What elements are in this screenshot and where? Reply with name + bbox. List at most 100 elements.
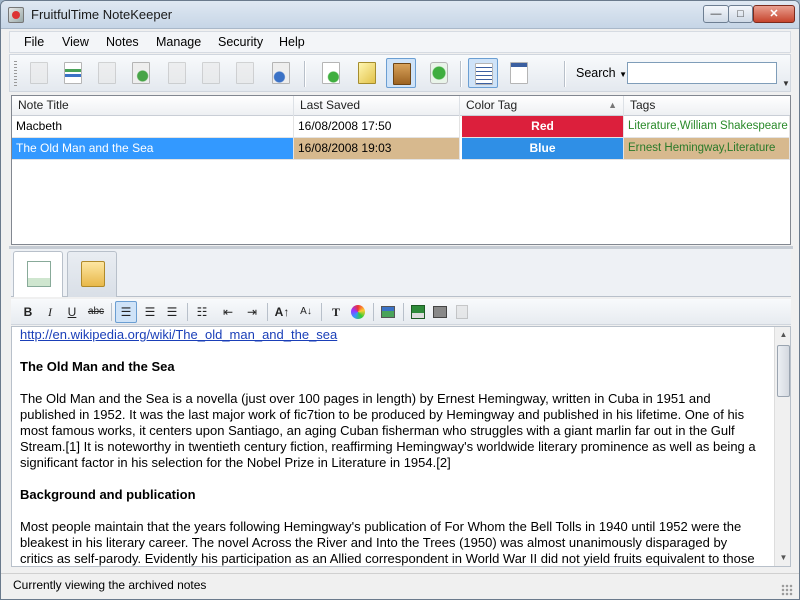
toolbar-separator [304,61,305,87]
toolbar-separator [564,61,565,87]
column-color-tag[interactable]: Color Tag ▲ [460,96,624,116]
maximize-button[interactable]: □ [728,5,753,23]
print-note-button[interactable] [230,58,260,88]
toolbar-separator [403,303,404,321]
pencil-note-icon [27,261,51,287]
save-icon [411,305,425,319]
table-row[interactable]: The Old Man and the Sea 16/08/2008 19:03… [12,138,790,160]
column-tags[interactable]: Tags [624,96,790,116]
heading-title: The Old Man and the Sea [20,359,175,374]
lamp-icon [358,62,376,84]
wiki-link[interactable]: http://en.wikipedia.org/wiki/The_old_man… [20,327,337,343]
bullet-list-icon: ☷ [196,305,208,319]
save-button[interactable] [407,301,429,323]
menu-manage[interactable]: Manage [156,35,201,49]
insert-picture-button[interactable] [377,301,399,323]
archive-button[interactable] [386,58,416,88]
font-grow-button[interactable]: A↑ [271,301,293,323]
picture-icon [381,306,395,318]
align-left-icon: ☰ [120,305,132,319]
app-logo-icon [8,7,24,23]
export-note-icon [272,62,290,84]
cell-color-tag: Red [462,116,624,138]
print-preview-button[interactable] [451,301,473,323]
color-button[interactable] [347,301,369,323]
menu-security[interactable]: Security [218,35,263,49]
copy-note-button[interactable] [92,58,122,88]
indent-button[interactable]: ⇥ [241,301,263,323]
italic-button[interactable]: I [39,301,61,323]
align-center-button[interactable]: ☰ [139,301,161,323]
paragraph-line: Stream.[1] It is noteworthy in twentieth… [20,439,756,454]
title-bar: FruitfulTime NoteKeeper — □ ✕ [1,1,799,29]
menu-notes[interactable]: Notes [106,35,139,49]
editor-scrollbar[interactable]: ▲ ▼ [774,327,790,566]
cell-tags: Literature,William Shakespeare [624,116,790,138]
outdent-button[interactable]: ⇤ [217,301,239,323]
strikethrough-button[interactable]: abc [85,301,107,323]
scroll-thumb[interactable] [777,345,790,397]
print-button[interactable] [429,301,451,323]
recycle-bin-icon [430,62,448,84]
color-wheel-icon [351,305,365,319]
font-button[interactable]: T [325,301,347,323]
print-note-icon [236,62,254,84]
indent-icon: ⇥ [246,305,258,319]
new-note-button[interactable] [24,58,54,88]
scroll-up-icon[interactable]: ▲ [775,327,790,343]
search-input[interactable] [627,62,777,84]
add-note-button[interactable] [316,58,346,88]
main-toolbar: Search ▼ ▼ [9,54,791,92]
align-right-button[interactable]: ☰ [161,301,183,323]
recycle-note-button[interactable] [126,58,156,88]
resize-grip-icon[interactable] [781,584,793,596]
note-editor[interactable]: http://en.wikipedia.org/wiki/The_old_man… [11,326,791,567]
new-note-icon [30,62,48,84]
menu-help[interactable]: Help [279,35,305,49]
toolbar-overflow-icon[interactable]: ▼ [782,79,790,88]
detail-view-icon [510,62,528,84]
lamp-button[interactable] [352,58,382,88]
add-note-icon [322,62,340,84]
underline-button[interactable]: U [61,301,83,323]
menu-view[interactable]: View [62,35,89,49]
toolbar-separator [373,303,374,321]
font-shrink-button[interactable]: A↓ [295,301,317,323]
paragraph-line: significant factor in his selection for … [20,455,451,470]
heading-background: Background and publication [20,487,196,502]
grid-header: Note Title Last Saved Color Tag ▲ Tags [12,96,790,116]
search-note-button[interactable] [196,58,226,88]
edit-note-button[interactable] [58,58,88,88]
minimize-button[interactable]: — [703,5,729,23]
table-row[interactable]: Macbeth 16/08/2008 17:50 Red Literature,… [12,116,790,138]
tab-edit-note[interactable] [13,251,63,297]
paragraph-line: critics as self-parody. Evidently his pa… [20,551,755,566]
align-left-button[interactable]: ☰ [115,301,137,323]
recycle-bin-button[interactable] [424,58,454,88]
cell-color-tag: Blue [462,138,624,160]
close-button[interactable]: ✕ [753,5,795,23]
toolbar-separator [111,303,112,321]
toolbar-separator [460,61,461,87]
menu-file[interactable]: File [24,35,44,49]
bullet-list-button[interactable]: ☷ [191,301,213,323]
menu-bar: File View Notes Manage Security Help [9,31,791,53]
search-label[interactable]: Search ▼ [576,66,627,80]
delete-note-icon [168,62,186,84]
print-preview-icon [456,305,468,319]
list-view-button[interactable] [468,58,498,88]
export-note-button[interactable] [266,58,296,88]
paragraph-line: Most people maintain that the years foll… [20,519,742,534]
column-last-saved[interactable]: Last Saved [294,96,460,116]
paragraph-line: most famous works, it centers upon Santi… [20,423,735,438]
format-toolbar: B I U abc ☰ ☰ ☰ ☷ ⇤ ⇥ A↑ A↓ T [11,299,791,325]
toolbar-grip[interactable] [14,61,17,87]
recycle-note-icon [132,62,150,84]
bold-button[interactable]: B [17,301,39,323]
column-note-title[interactable]: Note Title [12,96,294,116]
tab-archived-notes[interactable] [67,251,117,297]
detail-view-button[interactable] [504,58,534,88]
delete-note-button[interactable] [162,58,192,88]
cell-last-saved: 16/08/2008 19:03 [294,138,460,160]
scroll-down-icon[interactable]: ▼ [775,550,790,566]
